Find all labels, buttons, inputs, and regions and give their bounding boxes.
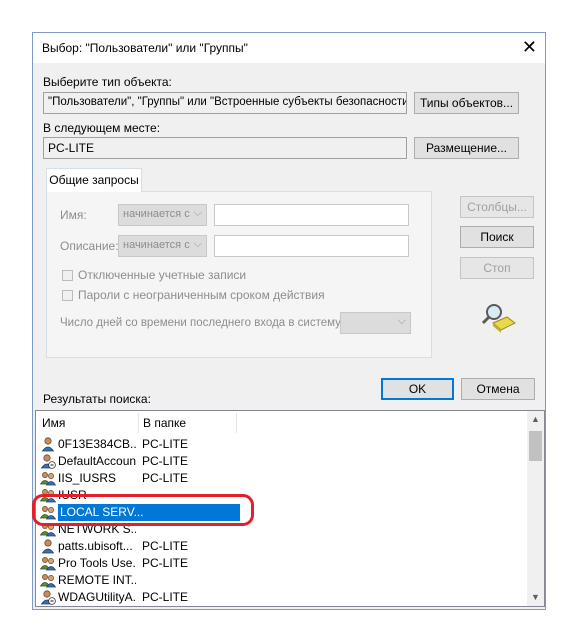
group-icon xyxy=(39,572,57,588)
list-item[interactable]: IIS_IUSRS PC-LITE xyxy=(39,470,240,487)
disabled-accounts-label: Отключенные учетные записи xyxy=(78,268,247,282)
list-item-name: REMOTE INT... xyxy=(58,573,136,587)
list-item-folder: PC-LITE xyxy=(142,590,189,604)
list-item-folder: PC-LITE xyxy=(142,556,189,570)
list-item[interactable]: Pro Tools Use... PC-LITE xyxy=(39,555,240,572)
description-label: Описание: xyxy=(60,239,119,253)
list-item-name: DefaultAccount xyxy=(58,454,136,468)
stop-button[interactable]: Стоп xyxy=(460,257,534,279)
list-item[interactable]: patts.ubisoft... PC-LITE xyxy=(40,538,240,555)
description-mode-value: начинается с xyxy=(123,239,190,251)
list-item-name: IIS_IUSRS xyxy=(58,471,117,485)
name-mode-select[interactable]: начинается с ⌵ xyxy=(118,204,207,226)
no-expire-passwords-checkbox[interactable] xyxy=(62,290,73,301)
days-since-login-label: Число дней со времени последнего входа в… xyxy=(60,317,345,329)
name-label: Имя: xyxy=(60,208,87,222)
user-disabled-icon xyxy=(40,589,56,605)
search-magnifier-icon xyxy=(481,304,516,333)
list-item[interactable]: 0F13E384CB... PC-LITE xyxy=(40,436,240,453)
tab-common-queries[interactable]: Общие запросы xyxy=(46,168,142,192)
column-header-folder[interactable]: В папке xyxy=(143,413,186,433)
chevron-down-icon: ⌵ xyxy=(193,207,202,219)
name-input[interactable] xyxy=(214,204,409,226)
object-type-field: "Пользователи", "Группы" или "Встроенные… xyxy=(43,92,407,114)
list-item[interactable]: REMOTE INT... xyxy=(39,572,240,589)
list-item-folder: PC-LITE xyxy=(142,454,189,468)
days-since-login-select[interactable]: ⌵ xyxy=(340,312,411,334)
list-item-name: WDAGUtilityA... xyxy=(58,590,136,604)
cancel-button[interactable]: Отмена xyxy=(461,378,535,400)
list-item-folder: PC-LITE xyxy=(142,539,189,553)
highlight-annotation xyxy=(32,494,254,526)
user-disabled-icon xyxy=(40,453,56,469)
ok-button[interactable]: OK xyxy=(381,378,454,400)
no-expire-passwords-label: Пароли с неограниченным сроком действия xyxy=(78,288,325,302)
list-item-name: Pro Tools Use... xyxy=(58,556,136,570)
group-icon xyxy=(39,555,57,571)
description-input[interactable] xyxy=(214,235,409,257)
list-item[interactable]: WDAGUtilityA... PC-LITE xyxy=(40,589,240,606)
search-results-label: Результаты поиска: xyxy=(43,392,151,406)
list-item-folder: PC-LITE xyxy=(142,437,189,451)
title-bar[interactable]: Выбор: "Пользователи" или "Группы" ✕ xyxy=(33,33,545,63)
chevron-down-icon: ⌵ xyxy=(193,238,202,250)
location-label: В следующем месте: xyxy=(43,121,161,135)
list-item-folder: PC-LITE xyxy=(142,471,189,485)
scroll-up-icon[interactable]: ▲ xyxy=(527,411,544,428)
common-queries-panel: Имя: начинается с ⌵ Описание: начинается… xyxy=(46,191,432,358)
vertical-scrollbar[interactable]: ▲ ▼ xyxy=(527,411,544,606)
location-button[interactable]: Размещение... xyxy=(414,137,519,159)
object-types-button[interactable]: Типы объектов... xyxy=(414,92,519,114)
user-icon xyxy=(40,538,56,554)
column-divider[interactable] xyxy=(138,413,139,433)
group-icon xyxy=(39,470,57,486)
scroll-down-icon[interactable]: ▼ xyxy=(527,589,544,606)
find-now-button[interactable]: Поиск xyxy=(460,226,534,248)
list-item-name: patts.ubisoft... xyxy=(58,539,133,553)
object-type-label: Выберите тип объекта: xyxy=(43,75,172,89)
chevron-down-icon: ⌵ xyxy=(397,315,406,327)
name-mode-value: начинается с xyxy=(123,208,190,220)
close-icon[interactable]: ✕ xyxy=(522,37,537,57)
scrollbar-thumb[interactable] xyxy=(529,431,542,461)
description-mode-select[interactable]: начинается с ⌵ xyxy=(118,235,207,257)
window-title: Выбор: "Пользователи" или "Группы" xyxy=(42,41,248,55)
column-divider[interactable] xyxy=(236,413,237,433)
list-item[interactable]: DefaultAccount PC-LITE xyxy=(40,453,240,470)
list-item-name: 0F13E384CB... xyxy=(58,437,136,451)
user-icon xyxy=(40,436,56,452)
location-field: PC-LITE xyxy=(43,137,407,159)
disabled-accounts-checkbox[interactable] xyxy=(62,270,73,281)
column-header-name[interactable]: Имя xyxy=(42,413,65,433)
columns-button[interactable]: Столбцы... xyxy=(460,196,534,218)
